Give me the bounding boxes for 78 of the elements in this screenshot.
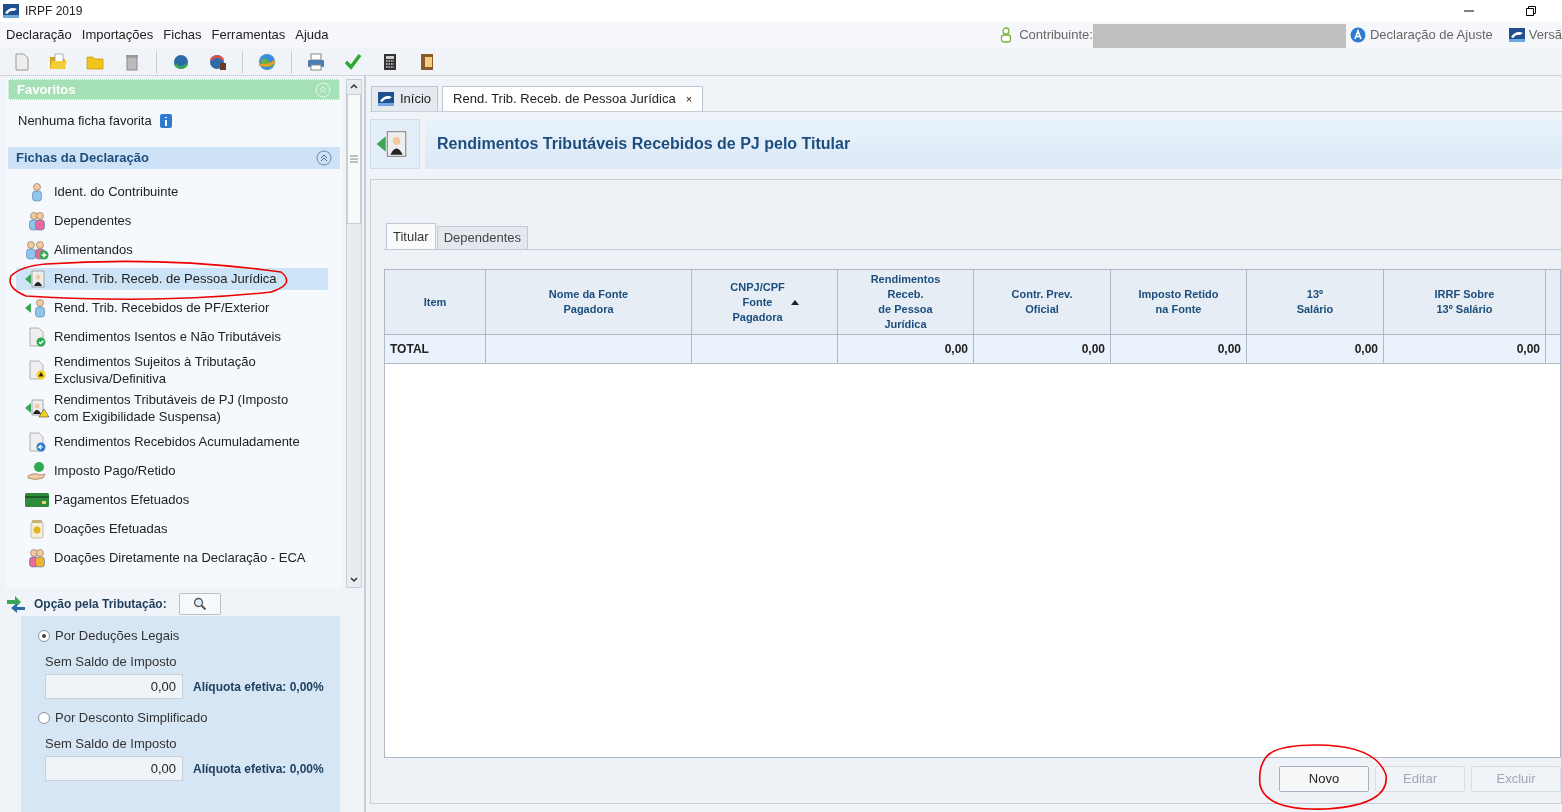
sidebar-item[interactable]: Pagamentos Efetuados (16, 488, 328, 511)
taxation-title: Opção pela Tributação: (34, 596, 167, 613)
column-header[interactable]: Rendimentos Receb. de Pessoa Jurídica (838, 270, 974, 334)
arrow-badge-warning-icon (24, 398, 50, 418)
people-icon (27, 547, 47, 568)
version-label: Versã (1528, 26, 1562, 45)
amount-field[interactable]: 0,00 (45, 756, 183, 781)
table-cell: 0,00 (1111, 335, 1247, 363)
menu-item[interactable]: Declaração (2, 25, 76, 45)
grip-icon (350, 155, 358, 163)
column-header[interactable]: 13º Salário (1247, 270, 1384, 334)
info-icon (159, 113, 172, 128)
restore-icon[interactable] (1525, 5, 1537, 17)
sidebar-item[interactable]: Rendimentos Recebidos Acumuladamente (16, 430, 328, 453)
section-tab[interactable]: Dependentes (436, 226, 528, 249)
search-button[interactable] (178, 593, 221, 615)
sidebar-item[interactable]: Rendimentos Isentos e Não Tributáveis (16, 325, 328, 348)
agency-logo-icon (1508, 28, 1525, 42)
table-cell: 0,00 (1384, 335, 1546, 363)
document-tab[interactable]: Início (371, 86, 439, 111)
people-add-icon (24, 239, 50, 260)
radio-button[interactable] (38, 711, 50, 724)
radio-button[interactable] (38, 629, 50, 642)
document-warning-icon (27, 360, 47, 380)
option-sublabel: Sem Saldo de Imposto (45, 652, 178, 671)
sidebar-item[interactable]: Doações Diretamente na Declaração - ECA (16, 546, 328, 569)
sidebar-item[interactable]: Rendimentos Tributáveis de PJ (Imposto com Exigibilidade Suspensa) (16, 391, 328, 425)
menu-item[interactable]: Ajuda (291, 25, 333, 45)
sidebar-item[interactable]: Imposto Pago/Retido (16, 459, 328, 482)
sidebar-item[interactable]: Ident. do Contribuinte (16, 180, 328, 203)
effective-rate: Alíquota efetiva: 0,00% (193, 678, 324, 696)
column-header[interactable]: Contr. Prev. Oficial (974, 270, 1111, 334)
table-cell: 0,00 (974, 335, 1111, 363)
app-logo-icon (3, 4, 19, 18)
document-check-icon (27, 326, 47, 347)
table-cell: 0,00 (1247, 335, 1384, 363)
page-title-bar: Rendimentos Tributáveis Recebidos de PJ pelo Titular (425, 119, 1562, 169)
contribuinte-label: Contribuinte: (1019, 26, 1093, 45)
people-icon (27, 210, 47, 231)
sidebar-item[interactable]: Rendimentos Sujeitos à Tributação Exclusiva/Definitiva (16, 353, 328, 387)
document-tab[interactable]: Rend. Trib. Receb. de Pessoa Jurídica × (442, 86, 704, 111)
column-header[interactable]: IRRF Sobre 13º Salário (1384, 270, 1546, 334)
sidebar-item[interactable]: Rend. Trib. Recebidos de PF/Exterior (16, 296, 328, 319)
jar-coin-icon (27, 518, 47, 539)
option-sublabel: Sem Saldo de Imposto (45, 734, 178, 753)
menu-item[interactable]: Ferramentas (207, 25, 290, 45)
agency-logo-icon (378, 92, 394, 106)
amount-field[interactable]: 0,00 (45, 674, 183, 699)
column-header[interactable]: CNPJ/CPF Fonte Pagadora (692, 270, 838, 334)
sidebar-item[interactable]: Dependentes (16, 209, 328, 232)
sidebar-item[interactable]: Alimentandos (16, 238, 328, 261)
action-button[interactable]: Novo (1279, 765, 1369, 792)
hand-coin-icon (27, 460, 47, 481)
close-tab-icon[interactable]: × (685, 90, 693, 108)
sidebar-item[interactable]: Doações Efetuadas (16, 517, 328, 540)
section-header[interactable]: Fichas da Declaração (8, 147, 340, 169)
document-arrow-icon (27, 431, 47, 452)
swap-arrows-icon (6, 595, 26, 613)
sidebar-item[interactable]: Rend. Trib. Receb. de Pessoa Jurídica (16, 267, 328, 290)
effective-rate: Alíquota efetiva: 0,00% (193, 760, 324, 778)
table-cell: TOTAL (385, 335, 486, 363)
section-tab[interactable]: Titular (386, 223, 436, 249)
scrollbar[interactable] (346, 79, 362, 588)
column-header[interactable]: Imposto Retido na Fonte (1111, 270, 1247, 334)
table-cell: 0,00 (838, 335, 974, 363)
column-header[interactable]: Item (385, 270, 486, 334)
search-icon (192, 597, 207, 611)
collapse-icon[interactable] (316, 150, 332, 166)
menu-item[interactable]: Fichas (159, 25, 206, 45)
empty-favorites-text: Nenhuma ficha favorita (18, 111, 152, 130)
menu-item[interactable]: Importações (77, 25, 158, 45)
person-icon (1000, 27, 1013, 43)
column-header[interactable]: Nome da Fonte Pagadora (486, 270, 692, 334)
window-title: IRPF 2019 (25, 3, 83, 20)
declaration-type: Declaração de Ajuste (1369, 26, 1493, 45)
option-label: Por Desconto Simplificado (55, 709, 208, 727)
letter-a-badge-icon (1349, 27, 1366, 43)
option-label: Por Deduções Legais (55, 627, 180, 645)
